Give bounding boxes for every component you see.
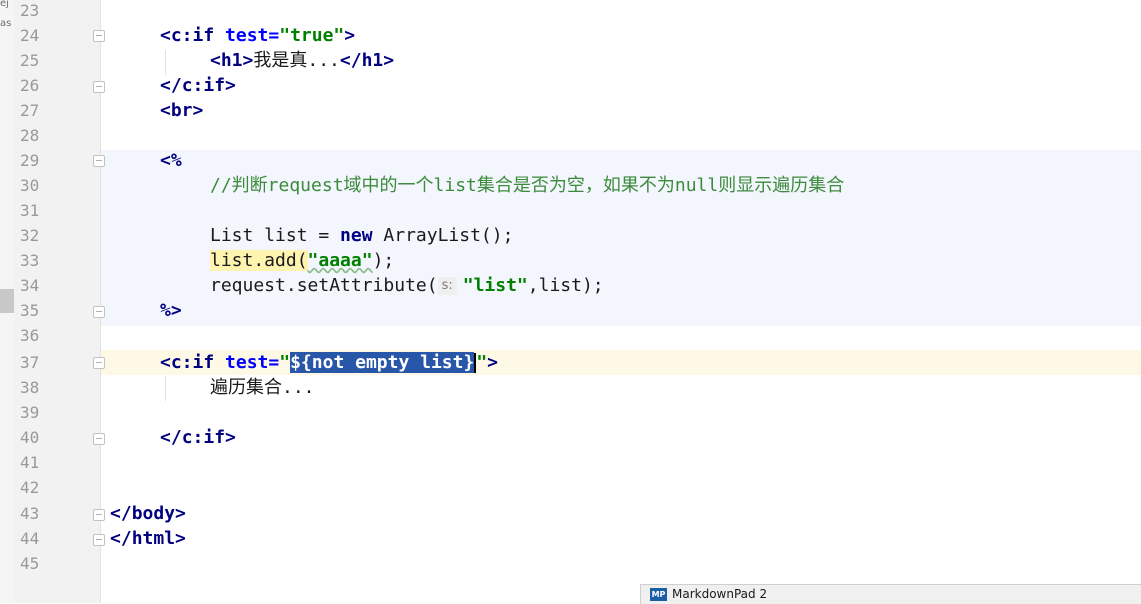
taskbar-app-label: MarkdownPad 2 [672, 587, 768, 601]
code-line-40[interactable]: </c:if> [160, 425, 236, 450]
fold-end-icon[interactable] [93, 509, 105, 521]
line-number: 23 [20, 1, 40, 20]
editor-line: 38 [0, 375, 1141, 400]
fold-toggle-icon[interactable] [93, 30, 105, 42]
code-line-30[interactable]: //判断request域中的一个list集合是否为空，如果不为null则显示遍历… [210, 173, 844, 198]
line-number: 35 [20, 301, 40, 320]
editor-line: 39 [0, 400, 1141, 425]
line-number: 26 [20, 76, 40, 95]
code-line-27[interactable]: <br> [160, 98, 203, 123]
line-number: 37 [20, 353, 40, 372]
editor-line: 31 [0, 198, 1141, 223]
line-number: 42 [20, 478, 40, 497]
code-line-43[interactable]: </body> [110, 501, 186, 526]
line-number: 34 [20, 276, 40, 295]
line-number: 33 [20, 251, 40, 270]
line-number: 38 [20, 378, 40, 397]
code-line-38[interactable]: 遍历集合... [210, 375, 315, 400]
markdownpad-app-icon: MP [650, 588, 667, 601]
line-number: 41 [20, 453, 40, 472]
editor-line: 28 [0, 123, 1141, 148]
fold-toggle-icon[interactable] [93, 357, 105, 369]
code-line-33[interactable]: list.add("aaaa"); [210, 248, 394, 273]
editor-line: 45 [0, 551, 1141, 576]
line-number: 39 [20, 403, 40, 422]
line-number: 24 [20, 26, 40, 45]
editor-line: 23 [0, 0, 1141, 23]
code-line-29[interactable]: <% [160, 148, 182, 173]
parameter-hint: s: [437, 277, 457, 295]
editor-line: 25 [0, 48, 1141, 73]
fold-end-icon[interactable] [93, 534, 105, 546]
line-number: 44 [20, 529, 40, 548]
fold-end-icon[interactable] [93, 81, 105, 93]
code-line-34[interactable]: request.setAttribute(s: "list",list); [210, 273, 604, 298]
line-number: 27 [20, 101, 40, 120]
fold-end-icon[interactable] [93, 306, 105, 318]
line-number: 32 [20, 226, 40, 245]
code-line-25[interactable]: <h1>我是真...</h1> [210, 48, 394, 73]
code-line-26[interactable]: </c:if> [160, 73, 236, 98]
line-number: 31 [20, 201, 40, 220]
line-number: 45 [20, 554, 40, 573]
editor-line: 36 [0, 323, 1141, 348]
selected-text[interactable]: ${not empty list} [290, 352, 475, 373]
line-number: 30 [20, 176, 40, 195]
editor-line: 33 [0, 248, 1141, 273]
editor-line: 41 [0, 450, 1141, 475]
code-line-37[interactable]: <c:if test="${not empty list} "> [160, 350, 498, 375]
code-line-32[interactable]: List list = new ArrayList(); [210, 223, 513, 248]
code-line-44[interactable]: </html> [110, 526, 186, 551]
line-number: 28 [20, 126, 40, 145]
taskbar-markdownpad-button[interactable]: MP MarkdownPad 2 [640, 584, 1141, 604]
line-number: 36 [20, 326, 40, 345]
editor-line: 42 [0, 475, 1141, 500]
line-number: 25 [20, 51, 40, 70]
fold-end-icon[interactable] [93, 433, 105, 445]
fold-toggle-icon[interactable] [93, 155, 105, 167]
line-number: 40 [20, 428, 40, 447]
editor-line: 32 [0, 223, 1141, 248]
code-line-24[interactable]: <c:if test="true"> [160, 23, 355, 48]
code-editor[interactable]: 23 24 25 26 27 28 29 30 31 32 33 34 35 3… [0, 0, 1141, 603]
code-line-35[interactable]: %> [160, 298, 182, 323]
line-number: 29 [20, 151, 40, 170]
line-number: 43 [20, 504, 40, 523]
